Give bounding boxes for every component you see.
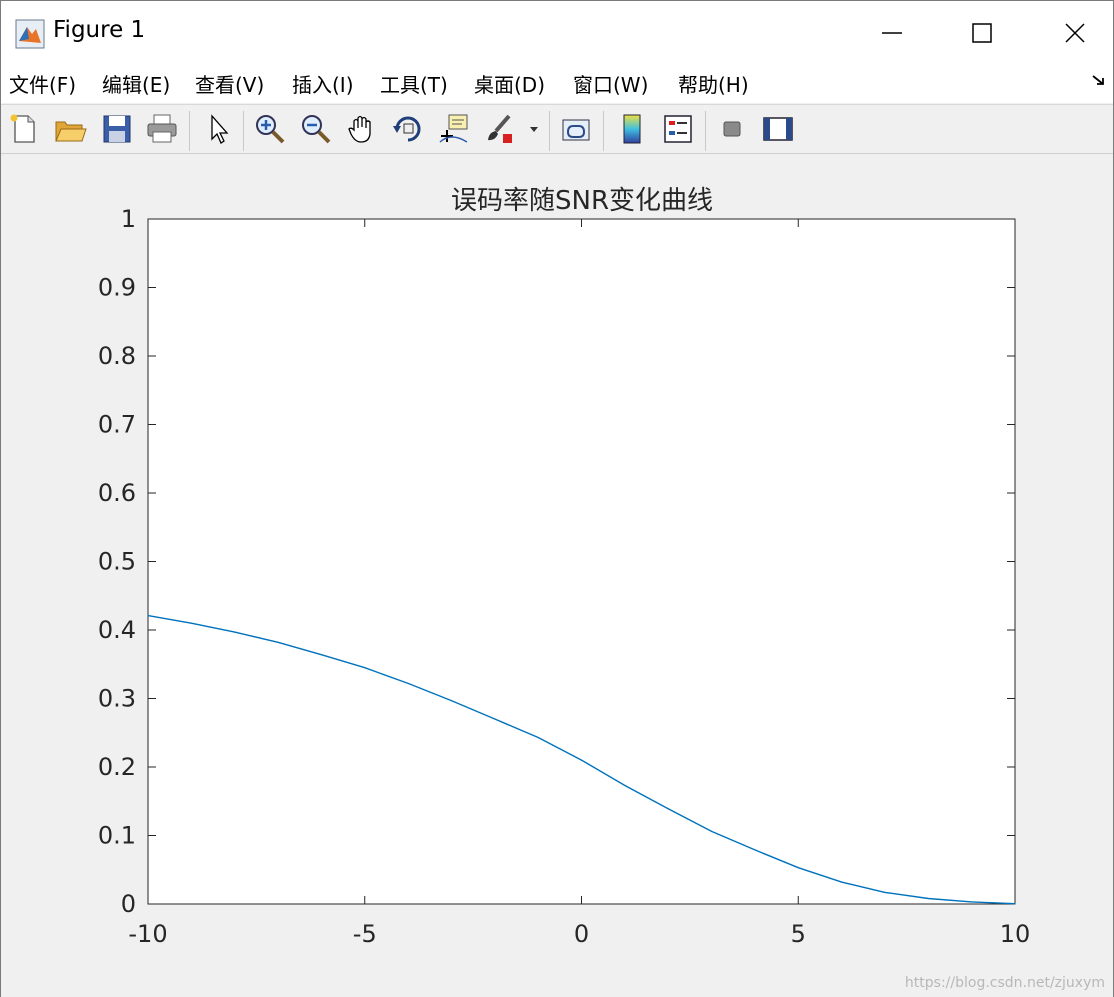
toolbar-separator bbox=[549, 111, 550, 151]
save-icon[interactable] bbox=[100, 112, 134, 146]
x-tick-label: 0 bbox=[574, 920, 589, 948]
title-bar: Figure 1 bbox=[1, 1, 1113, 63]
show-plot-tools-icon[interactable] bbox=[761, 112, 795, 146]
y-tick-label: 0 bbox=[121, 890, 136, 918]
toolbar-separator bbox=[705, 111, 706, 151]
zoom-in-icon[interactable] bbox=[253, 112, 287, 146]
data-point bbox=[494, 718, 496, 720]
data-point bbox=[450, 699, 453, 702]
maximize-button[interactable] bbox=[951, 11, 1013, 55]
data-point bbox=[971, 901, 973, 903]
menu-help[interactable]: 帮助(H) bbox=[678, 69, 749, 98]
link-plot-icon[interactable] bbox=[559, 112, 593, 146]
print-icon[interactable] bbox=[145, 112, 179, 146]
window-title: Figure 1 bbox=[53, 17, 146, 43]
y-tick-label: 0.1 bbox=[98, 822, 136, 850]
menu-tools[interactable]: 工具(T) bbox=[380, 69, 448, 98]
y-tick-label: 0.4 bbox=[98, 616, 136, 644]
line-chart: 误码率随SNR变化曲线 -10 -5 0 5 10 0 0.1 0.2 0.3 0.4 0.5 0.6… bbox=[98, 186, 1031, 948]
figure-canvas: 误码率随SNR变化曲线 -10 -5 0 5 10 0 0.1 0.2 0.3 0.4 0.5 0.6… bbox=[1, 155, 1113, 997]
toolbar bbox=[1, 104, 1113, 154]
data-point bbox=[1014, 903, 1016, 905]
menu-view[interactable]: 查看(V) bbox=[195, 69, 264, 98]
watermark: https://blog.csdn.net/zjuxym bbox=[904, 975, 1105, 991]
open-file-icon[interactable] bbox=[53, 112, 87, 146]
toolbar-separator bbox=[243, 111, 244, 151]
edit-plot-arrow-icon[interactable] bbox=[201, 112, 235, 146]
new-figure-icon[interactable] bbox=[7, 112, 41, 146]
data-point bbox=[580, 759, 583, 761]
data-point bbox=[624, 784, 626, 787]
y-tick-label: 0.8 bbox=[98, 342, 136, 370]
data-point bbox=[884, 891, 886, 893]
toolbar-separator bbox=[189, 111, 190, 151]
y-tick-label: 0.5 bbox=[98, 548, 136, 576]
data-point bbox=[320, 654, 322, 656]
y-tick-label: 0.7 bbox=[98, 411, 136, 439]
y-tick-label: 0.3 bbox=[98, 685, 136, 713]
data-point bbox=[754, 849, 756, 851]
menu-window[interactable]: 窗口(W) bbox=[573, 69, 648, 98]
y-tick-label: 0.6 bbox=[98, 479, 136, 507]
y-tick-label: 0.2 bbox=[98, 753, 136, 781]
axes-box bbox=[147, 218, 1016, 905]
data-point bbox=[277, 641, 279, 643]
data-cursor-icon[interactable] bbox=[437, 112, 471, 146]
zoom-out-icon[interactable] bbox=[299, 112, 333, 146]
data-point bbox=[667, 808, 669, 810]
y-tick-label: 0.9 bbox=[98, 274, 136, 302]
data-point bbox=[190, 622, 192, 624]
menu-edit[interactable]: 编辑(E) bbox=[102, 69, 170, 98]
x-tick-label: 5 bbox=[791, 920, 806, 948]
menu-bar: 文件(F) 编辑(E) 查看(V) 插入(I) 工具(T) 桌面(D) 窗口(W… bbox=[1, 63, 1113, 103]
data-point bbox=[364, 667, 366, 669]
dock-arrow-icon[interactable] bbox=[1091, 73, 1107, 89]
x-tick-label: -10 bbox=[128, 920, 167, 948]
y-tick-label: 1 bbox=[121, 205, 136, 233]
pan-hand-icon[interactable] bbox=[345, 112, 379, 146]
brush-dropdown-icon[interactable] bbox=[527, 112, 541, 146]
menu-file[interactable]: 文件(F) bbox=[9, 69, 76, 98]
figure-window: Figure 1 文件(F) 编辑(E) 查看(V) 插入(I) 工具(T) 桌… bbox=[0, 0, 1114, 997]
close-button[interactable] bbox=[1044, 11, 1106, 55]
hide-plot-tools-icon[interactable] bbox=[715, 112, 749, 146]
data-point bbox=[147, 615, 149, 617]
matlab-icon bbox=[15, 19, 45, 49]
legend-icon[interactable] bbox=[661, 112, 695, 146]
menu-insert[interactable]: 插入(I) bbox=[292, 69, 354, 98]
data-point bbox=[537, 736, 539, 739]
data-point bbox=[710, 830, 713, 832]
minimize-button[interactable] bbox=[861, 11, 923, 55]
data-point bbox=[797, 867, 799, 869]
colorbar-icon[interactable] bbox=[615, 112, 649, 146]
x-tick-label: -5 bbox=[353, 920, 377, 948]
data-point bbox=[927, 897, 929, 900]
data-point bbox=[841, 881, 843, 883]
brush-icon[interactable] bbox=[483, 112, 517, 146]
toolbar-separator bbox=[603, 111, 604, 151]
menu-desktop[interactable]: 桌面(D) bbox=[474, 69, 545, 98]
data-point bbox=[407, 682, 409, 685]
rotate-3d-icon[interactable] bbox=[391, 112, 425, 146]
chart-title: 误码率随SNR变化曲线 bbox=[451, 186, 713, 216]
x-tick-label: 10 bbox=[1000, 920, 1031, 948]
data-point bbox=[234, 631, 236, 633]
